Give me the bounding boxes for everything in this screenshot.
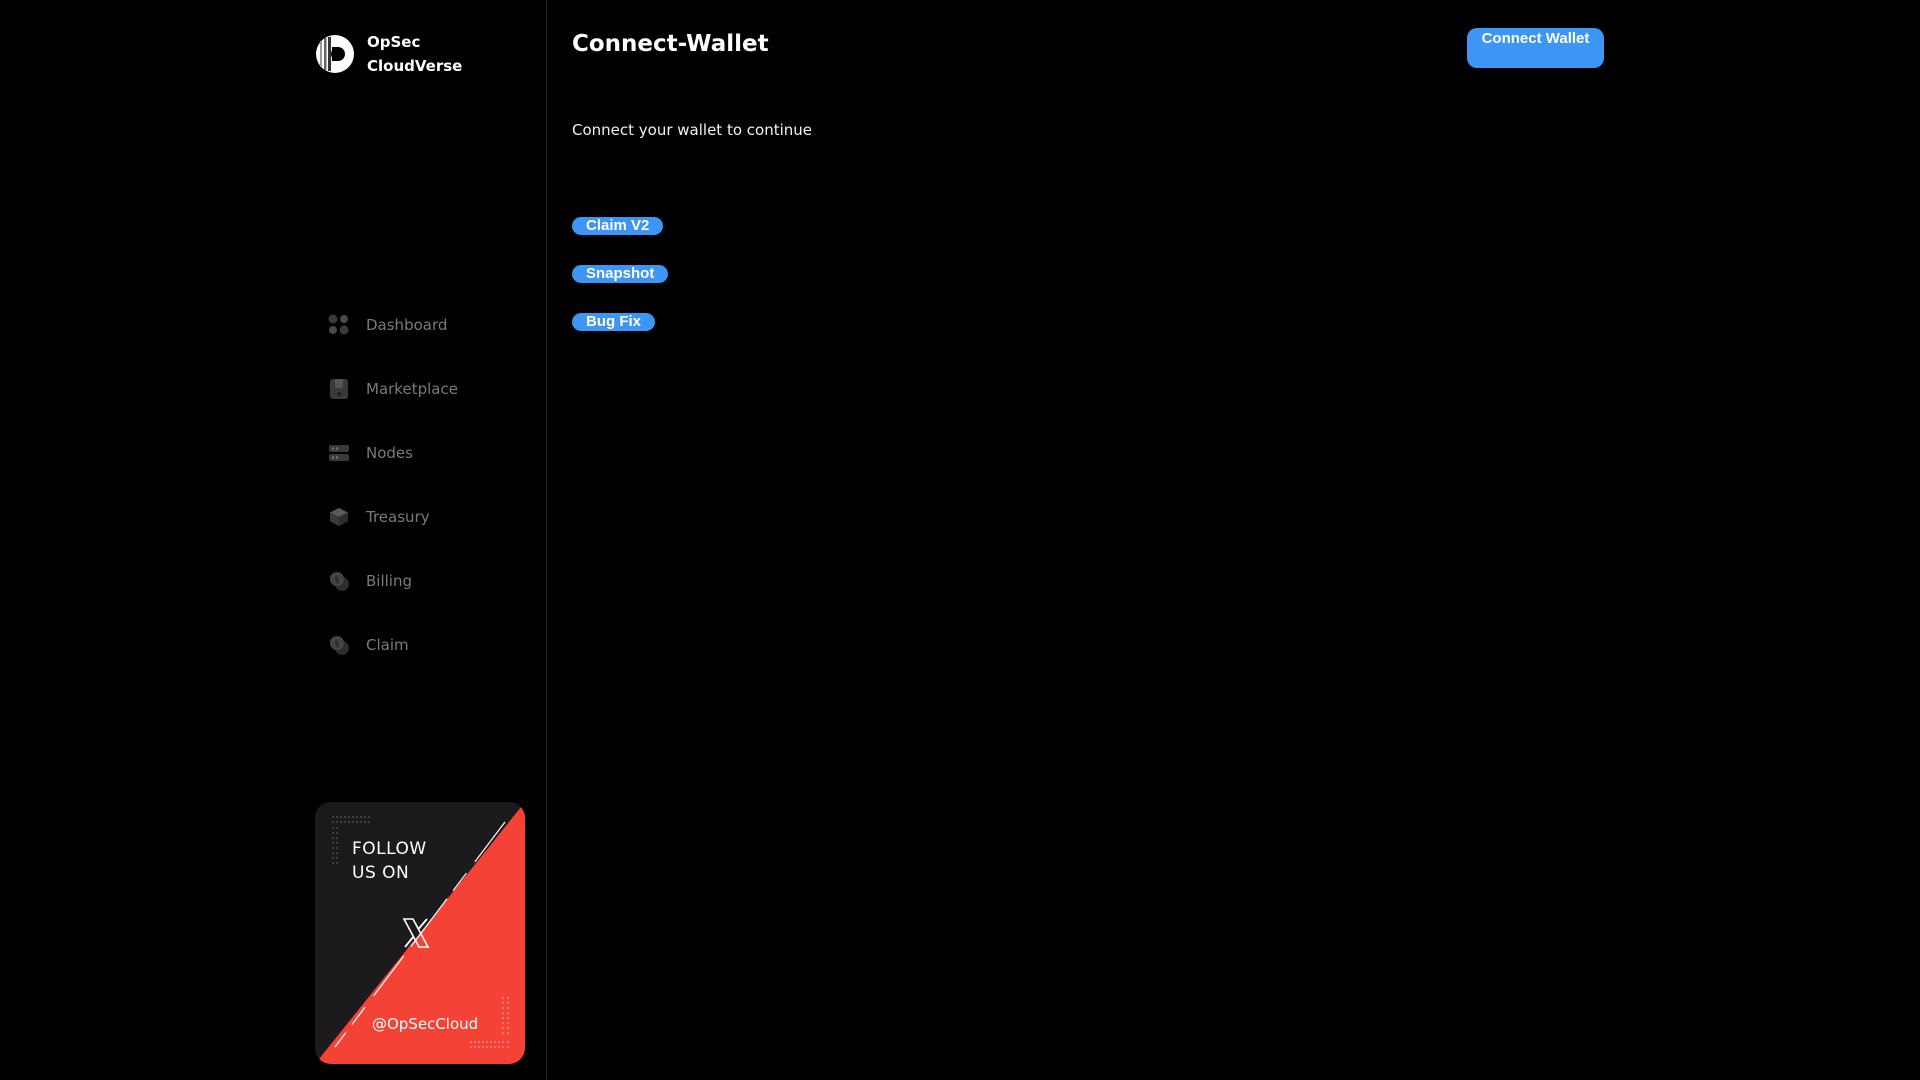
sidebar-item-label: Dashboard xyxy=(366,316,448,334)
sidebar-item-label: Treasury xyxy=(366,508,430,526)
sidebar-item-label: Nodes xyxy=(366,444,413,462)
treasury-icon xyxy=(327,505,351,529)
brand-name-line1: OpSec xyxy=(367,33,421,51)
bug-fix-button[interactable]: Bug Fix xyxy=(572,313,655,331)
sidebar-item-label: Billing xyxy=(366,572,412,590)
opsec-logo-icon xyxy=(316,35,354,73)
sidebar-item-claim[interactable]: $ Claim xyxy=(327,613,458,677)
billing-icon: $ xyxy=(327,569,351,593)
sidebar: OpSec CloudVerse Dashboard Marketplace N… xyxy=(0,0,547,1080)
sidebar-item-label: Marketplace xyxy=(366,380,458,398)
connect-wallet-message: Connect your wallet to continue xyxy=(572,121,813,139)
page-title: Connect-Wallet xyxy=(572,31,769,57)
brand[interactable]: OpSec CloudVerse xyxy=(316,30,462,78)
connect-wallet-button[interactable]: Connect Wallet xyxy=(1467,28,1604,68)
svg-text:$: $ xyxy=(334,576,340,586)
x-logo-icon[interactable] xyxy=(402,918,430,948)
sidebar-item-billing[interactable]: $ Billing xyxy=(327,549,458,613)
follow-us-heading: FOLLOW US ON xyxy=(352,837,427,885)
snapshot-button[interactable]: Snapshot xyxy=(572,265,669,283)
brand-name-line2: CloudVerse xyxy=(367,57,463,75)
claim-icon: $ xyxy=(327,633,351,657)
sidebar-item-dashboard[interactable]: Dashboard xyxy=(327,293,458,357)
sidebar-item-nodes[interactable]: Nodes xyxy=(327,421,458,485)
sidebar-nav: Dashboard Marketplace Nodes Treasury $ B… xyxy=(327,293,458,677)
sidebar-item-treasury[interactable]: Treasury xyxy=(327,485,458,549)
sidebar-item-label: Claim xyxy=(366,636,409,654)
marketplace-icon xyxy=(327,377,351,401)
follow-us-line1: FOLLOW xyxy=(352,839,427,859)
claim-v2-button[interactable]: Claim V2 xyxy=(572,217,664,235)
connect-wallet-label: Connect Wallet xyxy=(1481,30,1590,47)
brand-name: OpSec CloudVerse xyxy=(367,30,462,78)
follow-us-line2: US ON xyxy=(352,863,410,883)
svg-text:$: $ xyxy=(334,640,340,650)
twitter-handle[interactable]: @OpSecCloud xyxy=(372,1015,478,1033)
sidebar-item-marketplace[interactable]: Marketplace xyxy=(327,357,458,421)
dashboard-icon xyxy=(327,313,351,337)
follow-us-card[interactable]: FOLLOW US ON @OpSecCloud xyxy=(315,802,525,1064)
nodes-icon xyxy=(327,441,351,465)
